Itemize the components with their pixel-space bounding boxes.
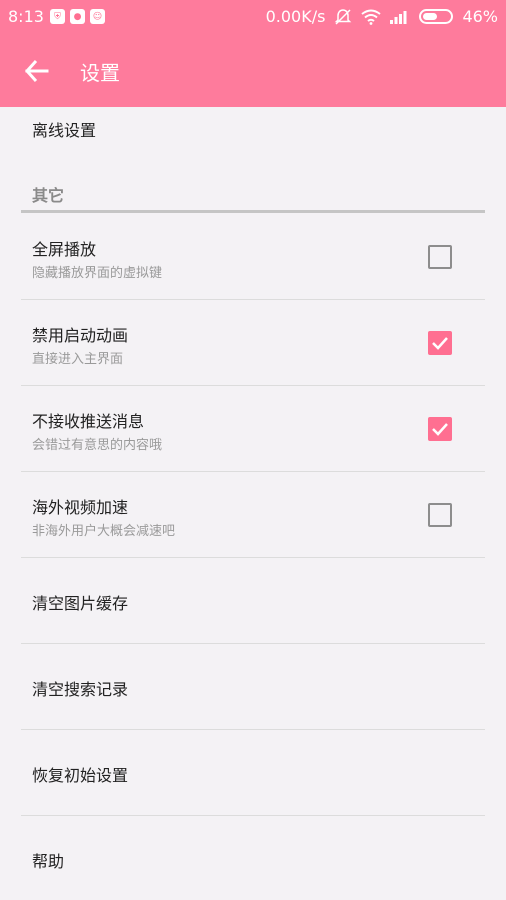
item-title: 禁用启动动画 bbox=[32, 326, 129, 345]
item-title: 海外视频加速 bbox=[32, 498, 129, 517]
status-bar: 8:13 ⛨ ● ☺ 0.00K/s 46% bbox=[0, 0, 506, 34]
section-divider bbox=[21, 210, 485, 213]
app-bar: 设置 bbox=[0, 34, 506, 107]
item-subtitle: 会错过有意思的内容哦 bbox=[32, 438, 163, 453]
overseas-acceleration-item[interactable]: 海外视频加速 非海外用户大概会减速吧 bbox=[21, 472, 485, 558]
checkmark-icon bbox=[432, 337, 448, 350]
item-title: 恢复初始设置 bbox=[32, 766, 129, 785]
item-title: 不接收推送消息 bbox=[32, 412, 145, 431]
wifi-icon bbox=[361, 9, 382, 25]
offline-settings-item[interactable]: 离线设置 bbox=[32, 117, 96, 141]
security-app-icon: ⛨ bbox=[50, 9, 65, 24]
item-subtitle: 隐藏播放界面的虚拟键 bbox=[32, 266, 163, 281]
item-title: 帮助 bbox=[32, 852, 65, 871]
item-title: 清空图片缓存 bbox=[32, 594, 129, 613]
battery-percent: 46% bbox=[462, 7, 498, 26]
overseas-acceleration-checkbox[interactable] bbox=[428, 503, 452, 527]
status-time: 8:13 bbox=[8, 7, 44, 26]
notification-icons: ⛨ ● ☺ bbox=[50, 9, 105, 24]
no-push-checkbox[interactable] bbox=[428, 417, 452, 441]
network-speed: 0.00K/s bbox=[265, 7, 326, 26]
fullscreen-play-checkbox[interactable] bbox=[428, 245, 452, 269]
section-header-other: 其它 bbox=[32, 186, 65, 205]
clear-search-history-item[interactable]: 清空搜索记录 bbox=[21, 644, 485, 730]
help-item[interactable]: 帮助 bbox=[21, 816, 485, 900]
arrow-left-icon bbox=[24, 59, 49, 83]
status-right: 0.00K/s 46% bbox=[266, 7, 498, 26]
page-title: 设置 bbox=[80, 61, 120, 85]
browser-app-icon: ● bbox=[70, 9, 85, 24]
item-subtitle: 直接进入主界面 bbox=[32, 352, 124, 367]
back-button[interactable] bbox=[20, 54, 54, 88]
signal-icon bbox=[390, 10, 407, 24]
item-subtitle: 非海外用户大概会减速吧 bbox=[32, 524, 176, 539]
battery-icon bbox=[419, 9, 454, 24]
fullscreen-play-item[interactable]: 全屏播放 隐藏播放界面的虚拟键 bbox=[21, 214, 485, 300]
clear-image-cache-item[interactable]: 清空图片缓存 bbox=[21, 558, 485, 644]
qq-app-icon: ☺ bbox=[90, 9, 105, 24]
disable-splash-checkbox[interactable] bbox=[428, 331, 452, 355]
mute-bell-icon bbox=[335, 8, 352, 25]
no-push-item[interactable]: 不接收推送消息 会错过有意思的内容哦 bbox=[21, 386, 485, 472]
disable-splash-item[interactable]: 禁用启动动画 直接进入主界面 bbox=[21, 300, 485, 386]
item-title: 清空搜索记录 bbox=[32, 680, 129, 699]
item-title: 全屏播放 bbox=[32, 240, 97, 259]
restore-defaults-item[interactable]: 恢复初始设置 bbox=[21, 730, 485, 816]
checkmark-icon bbox=[432, 423, 448, 436]
